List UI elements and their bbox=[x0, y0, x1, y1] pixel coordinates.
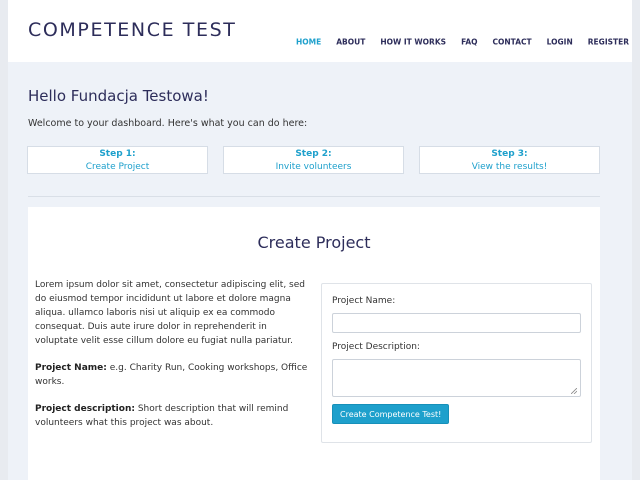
step-title: Step 1: bbox=[99, 149, 136, 159]
resize-grip-icon[interactable] bbox=[571, 388, 577, 394]
section-divider bbox=[28, 196, 600, 197]
nav-contact-link[interactable]: CONTACT bbox=[493, 38, 532, 47]
project-description-textarea[interactable] bbox=[332, 359, 581, 397]
create-competence-test-button[interactable]: Create Competence Test! bbox=[332, 404, 450, 424]
name-help-label: Project Name: bbox=[35, 363, 107, 373]
brand-logo[interactable]: COMPETENCE TEST bbox=[28, 19, 237, 41]
nav-faq-link[interactable]: FAQ bbox=[461, 38, 477, 47]
project-name-input[interactable] bbox=[332, 313, 581, 333]
step-card-1[interactable]: Step 1: Create Project bbox=[27, 146, 208, 174]
greeting-heading: Hello Fundacja Testowa! bbox=[28, 87, 209, 105]
create-project-title: Create Project bbox=[257, 233, 371, 252]
desc-help-paragraph: Project description: Short description t… bbox=[35, 402, 310, 430]
project-description-label: Project Description: bbox=[332, 342, 420, 352]
desc-help-label: Project description: bbox=[35, 404, 135, 414]
intro-paragraph: Lorem ipsum dolor sit amet, consectetur … bbox=[35, 280, 305, 346]
step-title: Step 2: bbox=[295, 149, 332, 159]
nav-home-link[interactable]: HOME bbox=[296, 38, 321, 47]
project-description-text: Lorem ipsum dolor sit amet, consectetur … bbox=[35, 278, 310, 443]
create-project-card: Create Project Lorem ipsum dolor sit ame… bbox=[28, 207, 600, 480]
nav-how-it-works-link[interactable]: HOW IT WORKS bbox=[380, 38, 446, 47]
project-name-label: Project Name: bbox=[332, 296, 396, 306]
name-help-paragraph: Project Name: e.g. Charity Run, Cooking … bbox=[35, 361, 310, 389]
step-card-3[interactable]: Step 3: View the results! bbox=[419, 146, 600, 174]
nav-login-link[interactable]: LOGIN bbox=[547, 38, 573, 47]
nav-about-link[interactable]: ABOUT bbox=[336, 38, 365, 47]
step-link[interactable]: Invite volunteers bbox=[224, 161, 403, 174]
step-card-2[interactable]: Step 2: Invite volunteers bbox=[223, 146, 404, 174]
nav-register-link[interactable]: REGISTER bbox=[588, 38, 629, 47]
step-link[interactable]: Create Project bbox=[28, 161, 207, 174]
step-link[interactable]: View the results! bbox=[420, 161, 599, 174]
project-description-wrapper bbox=[322, 359, 591, 397]
create-project-form: Project Name: Project Description: Creat… bbox=[321, 283, 592, 443]
welcome-text: Welcome to your dashboard. Here's what y… bbox=[28, 118, 308, 129]
step-title: Step 3: bbox=[491, 149, 528, 159]
main-nav: HOME ABOUT HOW IT WORKS FAQ CONTACT LOGI… bbox=[296, 38, 629, 47]
top-navbar: COMPETENCE TEST HOME ABOUT HOW IT WORKS … bbox=[8, 0, 632, 62]
page: COMPETENCE TEST HOME ABOUT HOW IT WORKS … bbox=[8, 0, 632, 480]
